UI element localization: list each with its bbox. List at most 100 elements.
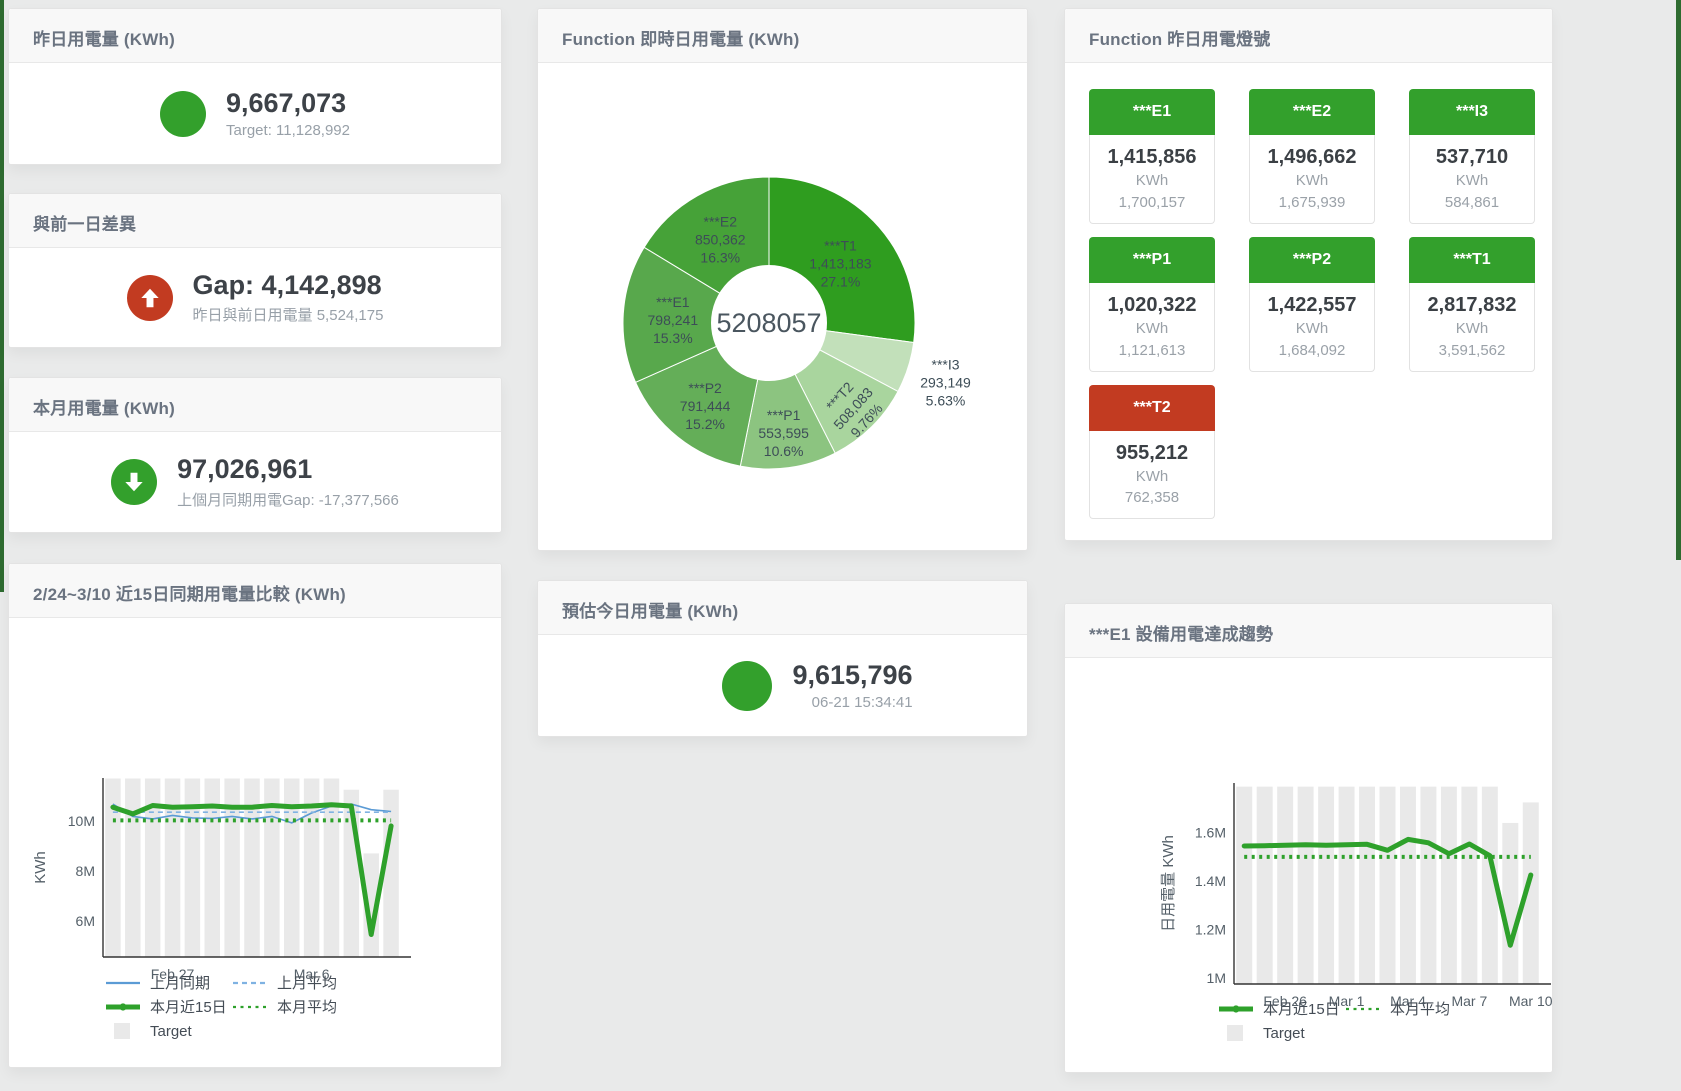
tile-body: 1,496,662KWh1,675,939 <box>1249 135 1375 224</box>
card-yesterday-lights: Function 昨日用電燈號 ***E11,415,856KWh1,700,1… <box>1064 8 1553 541</box>
svg-text:上月平均: 上月平均 <box>277 975 337 992</box>
tile-target-value: 1,684,092 <box>1254 340 1370 361</box>
svg-text:本月近15日: 本月近15日 <box>1263 1001 1340 1018</box>
svg-text:1M: 1M <box>1207 970 1226 986</box>
tile-unit: KWh <box>1414 170 1530 192</box>
tile-status-header: ***E2 <box>1249 89 1375 135</box>
device-light-tiles: ***E11,415,856KWh1,700,157***E21,496,662… <box>1065 63 1552 545</box>
tile-status-header: ***P1 <box>1089 237 1215 283</box>
tile-status-header: ***T2 <box>1089 385 1215 431</box>
svg-text:***I3293,1495.63%: ***I3293,1495.63% <box>920 357 971 409</box>
svg-text:Mar 7: Mar 7 <box>1451 993 1487 1009</box>
tile-body: 1,415,856KWh1,700,157 <box>1089 135 1215 224</box>
month-usage-gap: 上個月同期用電Gap: -17,377,566 <box>177 489 399 510</box>
tile-status-header: ***T1 <box>1409 237 1535 283</box>
card-title: 2/24~3/10 近15日同期用電量比較 (KWh) <box>33 585 346 604</box>
device-tile-E2: ***E21,496,662KWh1,675,939 <box>1249 89 1375 224</box>
estimate-timestamp: 06-21 15:34:41 <box>792 694 912 711</box>
tile-unit: KWh <box>1094 466 1210 488</box>
gap-subtitle: 昨日與前日用電量 5,524,175 <box>193 304 384 325</box>
tile-value: 2,817,832 <box>1414 292 1530 318</box>
tile-value: 1,496,662 <box>1254 144 1370 170</box>
tile-target-value: 762,358 <box>1094 487 1210 508</box>
card-e1-trend-chart: ***E1 設備用電達成趨勢 1M1.2M1.4M1.6M日用電量 KWhFeb… <box>1064 603 1553 1073</box>
tile-value: 1,422,557 <box>1254 292 1370 318</box>
card-title: Function 昨日用電燈號 <box>1089 30 1270 49</box>
tile-body: 2,817,832KWh3,591,562 <box>1409 283 1535 372</box>
card-header: Function 即時日用電量 (KWh) <box>538 9 1027 63</box>
device-tile-P1: ***P1 1,020,322KWh1,121,613 <box>1089 237 1215 372</box>
svg-text:本月平均: 本月平均 <box>1390 1001 1450 1018</box>
tile-body: 1,422,557KWh1,684,092 <box>1249 283 1375 372</box>
status-circle-icon <box>160 91 206 137</box>
status-circle-icon <box>722 661 772 711</box>
card-estimate-today: 預估今日用電量 (KWh) 9,615,796 06-21 15:34:41 <box>537 580 1028 737</box>
card-title: 昨日用電量 (KWh) <box>33 30 175 49</box>
svg-text:6M: 6M <box>76 913 95 929</box>
device-tile-E1: ***E11,415,856KWh1,700,157 <box>1089 89 1215 224</box>
tile-target-value: 1,121,613 <box>1094 340 1210 361</box>
tile-target-value: 1,700,157 <box>1094 192 1210 213</box>
tile-unit: KWh <box>1094 170 1210 192</box>
card-header: ***E1 設備用電達成趨勢 <box>1065 604 1552 658</box>
device-tile-P2: ***P21,422,557KWh1,684,092 <box>1249 237 1375 372</box>
device-tile-T2: ***T2955,212KWh762,358 <box>1089 385 1215 520</box>
tile-value: 1,020,322 <box>1094 292 1210 318</box>
card-header: 與前一日差異 <box>9 194 501 248</box>
tile-target-value: 584,861 <box>1414 192 1530 213</box>
svg-text:本月平均: 本月平均 <box>277 999 337 1016</box>
svg-text:上月同期: 上月同期 <box>150 975 210 992</box>
card-yesterday-usage: 昨日用電量 (KWh) 9,667,073 Target: 11,128,992 <box>8 8 502 165</box>
tile-value: 537,710 <box>1414 144 1530 170</box>
page-left-edge-strip <box>0 0 4 592</box>
svg-text:8M: 8M <box>76 863 95 879</box>
svg-text:5208057: 5208057 <box>716 308 821 338</box>
device-tile-I3: ***I3537,710KWh584,861 <box>1409 89 1535 224</box>
card-title: 本月用電量 (KWh) <box>33 399 175 418</box>
card-title: Function 即時日用電量 (KWh) <box>562 30 799 49</box>
tile-value: 1,415,856 <box>1094 144 1210 170</box>
svg-text:Target: Target <box>1263 1025 1306 1042</box>
card-title: ***E1 設備用電達成趨勢 <box>1089 625 1273 644</box>
card-realtime-donut: Function 即時日用電量 (KWh) 5208057***T11,413,… <box>537 8 1028 551</box>
svg-text:Target: Target <box>150 1023 193 1040</box>
page-right-edge-strip <box>1676 0 1681 560</box>
tile-value: 955,212 <box>1094 440 1210 466</box>
tile-body: 537,710KWh584,861 <box>1409 135 1535 224</box>
comparison-line-chart: 6M8M10MKWhFeb 27Mar 6上月同期上月平均本月近15日本月平均T… <box>9 618 501 1073</box>
svg-text:1.6M: 1.6M <box>1195 825 1226 841</box>
tile-unit: KWh <box>1414 318 1530 340</box>
tile-target-value: 1,675,939 <box>1254 192 1370 213</box>
card-header: 昨日用電量 (KWh) <box>9 9 501 63</box>
tile-unit: KWh <box>1094 318 1210 340</box>
card-15day-comparison-chart: 2/24~3/10 近15日同期用電量比較 (KWh) 6M8M10MKWhFe… <box>8 563 502 1068</box>
yesterday-usage-target: Target: 11,128,992 <box>226 122 350 139</box>
month-usage-value: 97,026,961 <box>177 454 399 485</box>
estimate-value: 9,615,796 <box>792 660 912 691</box>
tile-body: 955,212KWh762,358 <box>1089 431 1215 520</box>
svg-text:1.2M: 1.2M <box>1195 922 1226 938</box>
down-arrow-icon <box>111 459 157 505</box>
card-title: 預估今日用電量 (KWh) <box>562 602 738 621</box>
tile-status-header: ***E1 <box>1089 89 1215 135</box>
card-gap-previous-day: 與前一日差異 Gap: 4,142,898 昨日與前日用電量 5,524,175 <box>8 193 502 348</box>
up-arrow-icon <box>127 275 173 321</box>
tile-status-header: ***I3 <box>1409 89 1535 135</box>
card-header: 2/24~3/10 近15日同期用電量比較 (KWh) <box>9 564 501 618</box>
tile-status-header: ***P2 <box>1249 237 1375 283</box>
card-header: Function 昨日用電燈號 <box>1065 9 1552 63</box>
svg-text:Mar 10: Mar 10 <box>1509 993 1553 1009</box>
svg-text:本月近15日: 本月近15日 <box>150 999 227 1016</box>
card-title: 與前一日差異 <box>33 215 136 234</box>
device-tile-T1: ***T12,817,832KWh3,591,562 <box>1409 237 1535 372</box>
svg-text:1.4M: 1.4M <box>1195 873 1226 889</box>
e1-trend-line-chart: 1M1.2M1.4M1.6M日用電量 KWhFeb 26Mar 1Mar 4Ma… <box>1065 658 1552 1078</box>
gap-value: Gap: 4,142,898 <box>193 270 384 301</box>
tile-unit: KWh <box>1254 318 1370 340</box>
svg-text:10M: 10M <box>68 813 95 829</box>
card-header: 預估今日用電量 (KWh) <box>538 581 1027 635</box>
tile-unit: KWh <box>1254 170 1370 192</box>
yesterday-usage-value: 9,667,073 <box>226 88 350 119</box>
card-month-usage: 本月用電量 (KWh) 97,026,961 上個月同期用電Gap: -17,3… <box>8 377 502 533</box>
tile-target-value: 3,591,562 <box>1414 340 1530 361</box>
